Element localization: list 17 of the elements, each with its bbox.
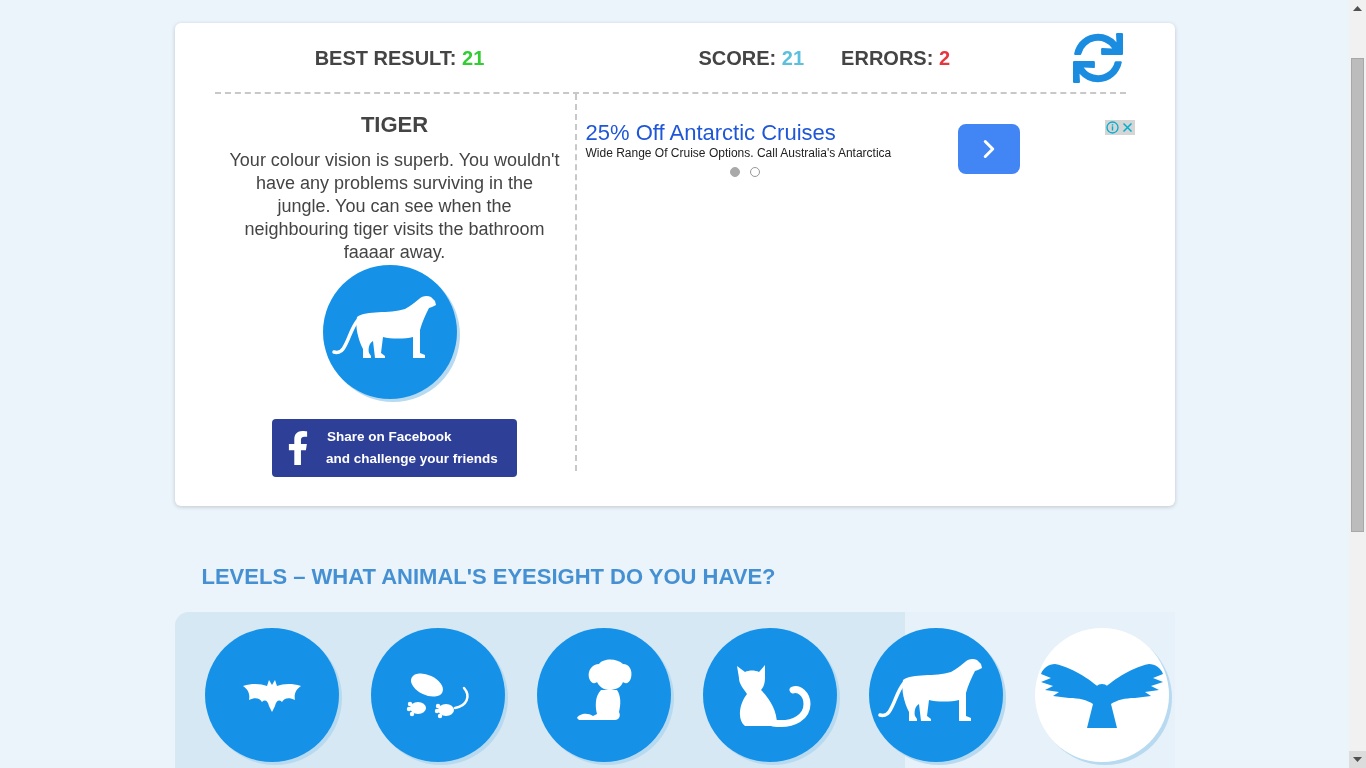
ad-headline-link[interactable]: 25% Off Antarctic Cruises [585,120,958,146]
share-facebook-button[interactable]: Share on Facebook and challenge your friends [272,419,517,477]
scroll-up-arrow-icon[interactable] [1353,6,1362,11]
ad-next-button[interactable] [957,124,1020,174]
refresh-icon [1072,32,1123,83]
scrollbar[interactable] [1349,0,1366,768]
result-title: TIGER [360,112,429,138]
ad-text: Wide Range Of Cruise Options. Call Australia's Antarctica [585,146,893,160]
best-result-text: BEST RESULT: 21 [314,45,485,70]
tiger-icon [322,265,461,403]
result-description: Your colour vision is superb. You wouldn't have any problems surviving in the jungle. You can see when the neighbouring tiger visits the bathroom faaaar away. [229,149,560,264]
scroll-down-arrow-icon[interactable] [1353,757,1362,762]
stat-text: ERRORS: 2 [841,45,951,70]
info-icon[interactable] [1104,120,1120,135]
stat-text: SCORE: 21 [698,45,805,70]
scrollbar-thumb[interactable] [1351,58,1364,532]
levels-heading: LEVELS – WHAT ANIMAL'S EYESIGHT DO YOU HAVE? [200,564,777,589]
